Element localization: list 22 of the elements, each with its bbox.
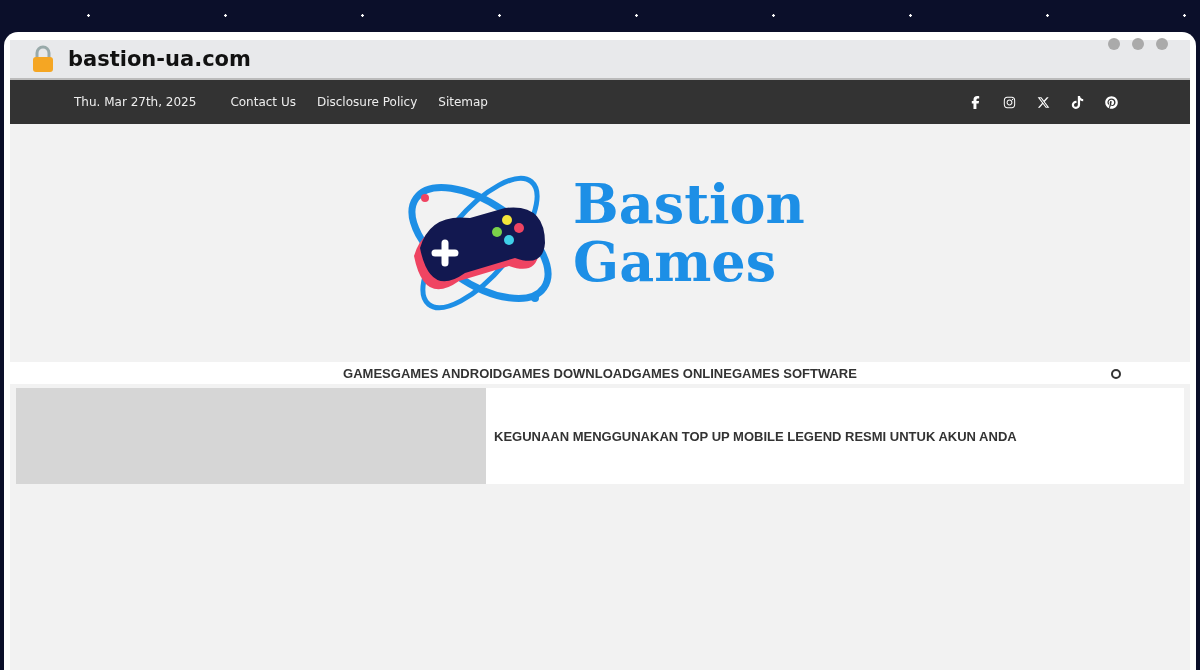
window-dot[interactable] bbox=[1132, 38, 1144, 50]
facebook-icon[interactable] bbox=[969, 95, 982, 109]
url-text[interactable]: bastion-ua.com bbox=[68, 47, 251, 71]
x-icon[interactable] bbox=[1037, 95, 1050, 109]
menu-item[interactable]: GAMES DOWNLOAD bbox=[502, 365, 632, 381]
menu-item[interactable]: GAMES ONLINE bbox=[631, 365, 732, 381]
post-title[interactable]: KEGUNAAN MENGGUNAKAN TOP UP MOBILE LEGEND RESMI UNTUK AKUN ANDA bbox=[494, 428, 1017, 444]
search-icon[interactable] bbox=[1110, 368, 1122, 380]
top-link[interactable]: Contact Us bbox=[230, 95, 296, 109]
menu-item[interactable]: GAMES bbox=[343, 365, 391, 381]
menu-item[interactable]: GAMES ANDROID bbox=[390, 365, 503, 381]
tiktok-icon[interactable] bbox=[1071, 95, 1084, 109]
instagram-icon[interactable] bbox=[1003, 95, 1016, 109]
top-link[interactable]: Disclosure Policy bbox=[316, 95, 418, 109]
pinterest-icon[interactable] bbox=[1105, 95, 1118, 109]
date-text: Thu. Mar 27th, 2025 bbox=[74, 95, 197, 109]
window-dot[interactable] bbox=[1108, 38, 1120, 50]
menu-item[interactable]: GAMES SOFTWARE bbox=[731, 365, 857, 381]
window-dot[interactable] bbox=[1156, 38, 1168, 50]
logo-text: Games bbox=[573, 233, 778, 291]
logo-text: Bastion bbox=[573, 175, 805, 233]
top-link[interactable]: Sitemap bbox=[438, 95, 488, 109]
